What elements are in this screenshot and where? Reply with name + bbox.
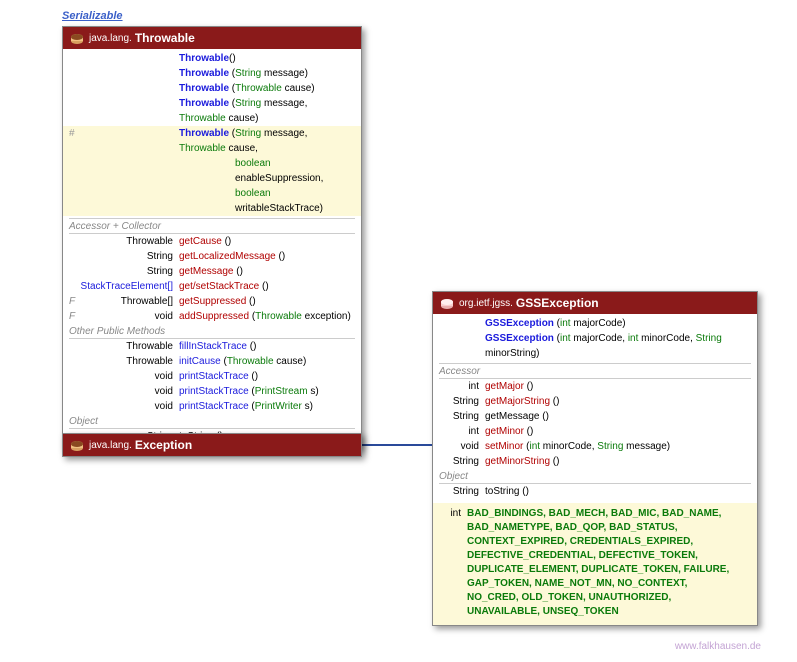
method-row: StringtoString () bbox=[439, 484, 751, 499]
constructor-row-protected: #Throwable (String message, Throwable ca… bbox=[69, 126, 355, 156]
method-row: voidsetMinor (int minorCode, String mess… bbox=[439, 439, 751, 454]
class-header: java.lang. Exception bbox=[63, 434, 361, 456]
class-name: GSSException bbox=[516, 296, 599, 310]
method-row: voidprintStackTrace () bbox=[69, 369, 355, 384]
method-row: ThrowableinitCause (Throwable cause) bbox=[69, 354, 355, 369]
package-name: org.ietf.jgss. bbox=[459, 298, 513, 309]
constructor-row: Throwable (String message) bbox=[69, 66, 355, 81]
section-label: Accessor bbox=[439, 366, 751, 379]
class-box-throwable: java.lang. Throwable Throwable() Throwab… bbox=[62, 26, 362, 449]
method-row: StringgetLocalizedMessage () bbox=[69, 249, 355, 264]
class-name: Exception bbox=[135, 438, 192, 452]
class-header: java.lang. Throwable bbox=[63, 27, 361, 49]
method-row: ThrowablegetCause () bbox=[69, 234, 355, 249]
method-row: StringgetMessage () bbox=[69, 264, 355, 279]
method-row: FThrowable[]getSuppressed () bbox=[69, 294, 355, 309]
method-row: StringgetMajorString () bbox=[439, 394, 751, 409]
package-name: java.lang. bbox=[89, 33, 132, 44]
constructor-row: Throwable() bbox=[69, 51, 355, 66]
method-row: FvoidaddSuppressed (Throwable exception) bbox=[69, 309, 355, 324]
section-label: Accessor + Collector bbox=[69, 221, 355, 234]
class-icon bbox=[439, 296, 455, 310]
section-label: Object bbox=[439, 471, 751, 484]
constructor-row: Throwable (String message, Throwable cau… bbox=[69, 96, 355, 126]
inheritance-connector bbox=[362, 444, 432, 446]
constructor-row-cont: boolean writableStackTrace) bbox=[69, 186, 355, 216]
method-row: intgetMajor () bbox=[439, 379, 751, 394]
class-header: org.ietf.jgss. GSSException bbox=[433, 292, 757, 314]
method-row: StringgetMinorString () bbox=[439, 454, 751, 469]
constructor-row: GSSException (int majorCode) bbox=[439, 316, 751, 331]
class-icon bbox=[69, 31, 85, 45]
constructor-row-cont: boolean enableSuppression, bbox=[69, 156, 355, 186]
class-box-gssexception: org.ietf.jgss. GSSException GSSException… bbox=[432, 291, 758, 626]
method-row: StringgetMessage () bbox=[439, 409, 751, 424]
class-icon bbox=[69, 438, 85, 452]
constructor-row: GSSException (int majorCode, int minorCo… bbox=[439, 331, 751, 361]
method-row: intgetMinor () bbox=[439, 424, 751, 439]
class-name: Throwable bbox=[135, 31, 195, 45]
package-name: java.lang. bbox=[89, 440, 132, 451]
attribution-link[interactable]: www.falkhausen.de bbox=[675, 641, 761, 652]
class-body: GSSException (int majorCode) GSSExceptio… bbox=[433, 314, 757, 625]
constructor-row: Throwable (Throwable cause) bbox=[69, 81, 355, 96]
class-body: Throwable() Throwable (String message) T… bbox=[63, 49, 361, 448]
section-label: Object bbox=[69, 416, 355, 429]
class-box-exception: java.lang. Exception bbox=[62, 433, 362, 457]
method-row: voidprintStackTrace (PrintStream s) bbox=[69, 384, 355, 399]
section-label: Other Public Methods bbox=[69, 326, 355, 339]
serializable-interface-link[interactable]: Serializable bbox=[62, 10, 123, 22]
method-row: voidprintStackTrace (PrintWriter s) bbox=[69, 399, 355, 414]
constants-block: intBAD_BINDINGS, BAD_MECH, BAD_MIC, BAD_… bbox=[433, 503, 757, 625]
method-row: StackTraceElement[]get/setStackTrace () bbox=[69, 279, 355, 294]
method-row: ThrowablefillInStackTrace () bbox=[69, 339, 355, 354]
